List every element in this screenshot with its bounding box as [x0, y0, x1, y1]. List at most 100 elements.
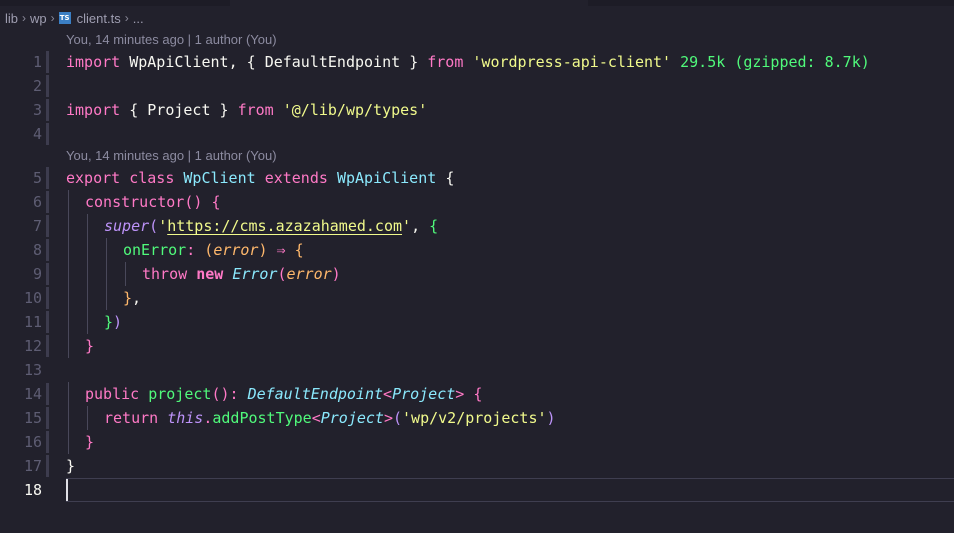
git-gutter-marker	[46, 167, 49, 189]
line-number: 2	[32, 77, 42, 95]
code-content: }	[85, 337, 95, 355]
code-line-13[interactable]: 13	[0, 358, 954, 382]
code-content: }	[66, 457, 76, 475]
code-line-15[interactable]: 15 return this.addPostType<Project>('wp/…	[0, 406, 954, 430]
code-editor[interactable]: You, 14 minutes ago | 1 author (You) 1 i…	[0, 30, 954, 502]
indent-guide	[68, 310, 69, 334]
git-gutter-marker	[46, 407, 49, 429]
indent-guide	[87, 214, 88, 238]
indent-guide	[106, 238, 107, 262]
indent-guide	[106, 262, 107, 286]
code-content: }	[85, 433, 95, 451]
line-number: 13	[23, 361, 42, 379]
code-line-12[interactable]: 12 }	[0, 334, 954, 358]
git-gutter-marker	[46, 383, 49, 405]
breadcrumb-item-file[interactable]: client.ts	[77, 11, 121, 26]
current-line-highlight	[66, 478, 954, 502]
line-number: 11	[23, 313, 42, 331]
code-content: throw new Error(error)	[142, 265, 341, 283]
code-content: import WpApiClient, { DefaultEndpoint } …	[66, 53, 870, 71]
line-number: 9	[32, 265, 42, 283]
code-line-6[interactable]: 6 constructor() {	[0, 190, 954, 214]
code-line-1[interactable]: 1 import WpApiClient, { DefaultEndpoint …	[0, 50, 954, 74]
code-line-18[interactable]: 18	[0, 478, 954, 502]
line-number: 10	[23, 289, 42, 307]
indent-guide	[87, 310, 88, 334]
line-number: 16	[23, 433, 42, 451]
editor-tab[interactable]	[230, 0, 588, 6]
code-line-7[interactable]: 7 super('https://cms.azazahamed.com', {	[0, 214, 954, 238]
code-content: import { Project } from '@/lib/wp/types'	[66, 101, 428, 119]
line-number: 17	[23, 457, 42, 475]
code-line-9[interactable]: 9 throw new Error(error)	[0, 262, 954, 286]
indent-guide	[87, 238, 88, 262]
chevron-right-icon: ›	[50, 11, 55, 25]
git-gutter-marker	[46, 335, 49, 357]
git-gutter-marker	[46, 263, 49, 285]
code-line-11[interactable]: 11 })	[0, 310, 954, 334]
git-gutter-marker	[46, 99, 49, 121]
codelens-author[interactable]: You, 14 minutes ago | 1 author (You)	[0, 30, 954, 50]
git-gutter-marker	[46, 75, 49, 97]
indent-guide	[68, 406, 69, 430]
url-link: https://cms.azazahamed.com	[167, 217, 403, 235]
line-number: 14	[23, 385, 42, 403]
line-number: 5	[32, 169, 42, 187]
code-line-16[interactable]: 16 }	[0, 430, 954, 454]
chevron-right-icon: ›	[124, 11, 129, 25]
indent-guide	[68, 430, 69, 454]
tab-strip	[0, 0, 954, 6]
text-cursor	[66, 479, 68, 501]
indent-guide	[87, 406, 88, 430]
breadcrumb-item-lib[interactable]: lib	[5, 11, 18, 26]
git-gutter-marker	[46, 455, 49, 477]
code-line-8[interactable]: 8 onError: (error) ⇒ {	[0, 238, 954, 262]
breadcrumb-item-ellipsis[interactable]: ...	[133, 11, 144, 26]
line-number: 6	[32, 193, 42, 211]
code-line-4[interactable]: 4	[0, 122, 954, 146]
indent-guide	[68, 238, 69, 262]
line-number: 8	[32, 241, 42, 259]
code-content: },	[123, 289, 142, 307]
line-number: 7	[32, 217, 42, 235]
breadcrumb: lib › wp › TS client.ts › ...	[5, 9, 144, 27]
code-line-5[interactable]: 5 export class WpClient extends WpApiCli…	[0, 166, 954, 190]
indent-guide	[68, 382, 69, 406]
code-content: super('https://cms.azazahamed.com', {	[104, 217, 439, 235]
line-number: 18	[23, 481, 42, 499]
code-content: return this.addPostType<Project>('wp/v2/…	[104, 409, 556, 427]
line-number: 4	[32, 125, 42, 143]
git-gutter-marker	[46, 311, 49, 333]
import-gzip-hint: (gzipped: 8.7k)	[734, 53, 870, 71]
indent-guide	[68, 262, 69, 286]
code-line-3[interactable]: 3 import { Project } from '@/lib/wp/type…	[0, 98, 954, 122]
git-gutter-marker	[46, 123, 49, 145]
code-line-2[interactable]: 2	[0, 74, 954, 98]
git-gutter-marker	[46, 431, 49, 453]
indent-guide	[68, 286, 69, 310]
indent-guide	[125, 262, 126, 286]
code-content: public project(): DefaultEndpoint<Projec…	[85, 385, 483, 403]
git-gutter-marker	[46, 51, 49, 73]
git-gutter-marker	[46, 191, 49, 213]
line-number: 15	[23, 409, 42, 427]
indent-guide	[87, 286, 88, 310]
indent-guide	[68, 334, 69, 358]
indent-guide	[68, 190, 69, 214]
line-number: 1	[32, 53, 42, 71]
git-gutter-marker	[46, 215, 49, 237]
code-line-17[interactable]: 17 }	[0, 454, 954, 478]
code-content: export class WpClient extends WpApiClien…	[66, 169, 455, 187]
codelens-author[interactable]: You, 14 minutes ago | 1 author (You)	[0, 146, 954, 166]
code-line-10[interactable]: 10 },	[0, 286, 954, 310]
git-gutter-marker	[46, 287, 49, 309]
code-content: constructor() {	[85, 193, 221, 211]
chevron-right-icon: ›	[22, 11, 27, 25]
line-number: 12	[23, 337, 42, 355]
code-content: onError: (error) ⇒ {	[123, 241, 304, 259]
git-gutter-marker	[46, 239, 49, 261]
breadcrumb-item-wp[interactable]: wp	[30, 11, 47, 26]
indent-guide	[87, 262, 88, 286]
code-content: })	[104, 313, 123, 331]
code-line-14[interactable]: 14 public project(): DefaultEndpoint<Pro…	[0, 382, 954, 406]
